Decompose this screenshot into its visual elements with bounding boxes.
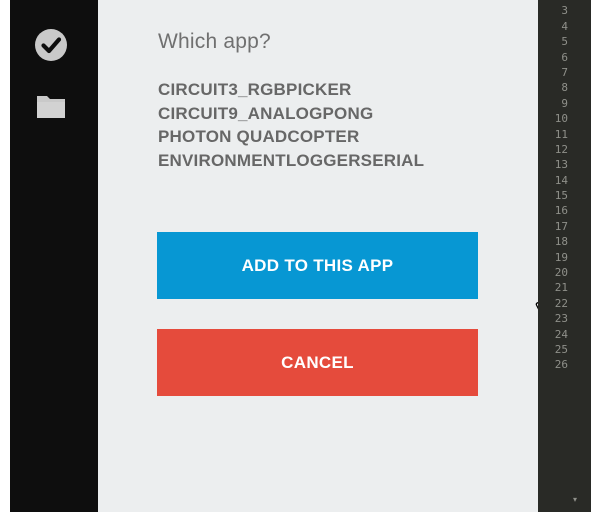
cancel-button[interactable]: CANCEL	[157, 329, 478, 396]
line-number: 20	[554, 266, 568, 280]
app-list-item[interactable]: CIRCUIT3_RGBPICKER	[158, 78, 424, 102]
line-number: 4	[561, 19, 568, 33]
sidebar	[10, 0, 98, 512]
line-number: 15	[554, 189, 568, 203]
line-number: 8	[561, 81, 568, 95]
line-number: 16	[554, 204, 568, 218]
line-number: 17	[554, 219, 568, 233]
line-number: 22	[554, 296, 568, 310]
line-number: 3	[561, 4, 568, 18]
add-to-this-app-button[interactable]: ADD TO THIS APP	[157, 232, 478, 299]
line-number: 18	[554, 235, 568, 249]
line-number: 23	[554, 312, 568, 326]
select-app-dialog: Which app? CIRCUIT3_RGBPICKER CIRCUIT9_A…	[98, 0, 559, 512]
app-list-item[interactable]: PHOTON QUADCOPTER	[158, 125, 424, 149]
dialog-title: Which app?	[158, 30, 271, 53]
line-number: 13	[554, 158, 568, 172]
line-number: 24	[554, 327, 568, 341]
app-list-item[interactable]: CIRCUIT9_ANALOGPONG	[158, 102, 424, 126]
folder-icon[interactable]	[34, 89, 68, 123]
check-circle-icon[interactable]	[34, 28, 68, 62]
line-number: 6	[561, 50, 568, 64]
line-number: 10	[554, 112, 568, 126]
app-window: Which app? CIRCUIT3_RGBPICKER CIRCUIT9_A…	[10, 0, 591, 512]
line-number: 21	[554, 281, 568, 295]
app-list: CIRCUIT3_RGBPICKER CIRCUIT9_ANALOGPONG P…	[158, 78, 424, 172]
line-number: 5	[561, 35, 568, 49]
line-number: 19	[554, 250, 568, 264]
line-numbers: 2345678910111213141516171819202122232425…	[538, 0, 568, 373]
screen: Which app? CIRCUIT3_RGBPICKER CIRCUIT9_A…	[0, 0, 601, 512]
line-number: 26	[554, 358, 568, 372]
line-number: 9	[561, 96, 568, 110]
line-number: 12	[554, 142, 568, 156]
app-list-item[interactable]: ENVIRONMENTLOGGERSERIAL	[158, 149, 424, 173]
fold-arrow-icon[interactable]: ▾	[573, 495, 577, 504]
line-number: 11	[554, 127, 568, 141]
line-number: 7	[561, 65, 568, 79]
line-number: 14	[554, 173, 568, 187]
code-editor-gutter: 2345678910111213141516171819202122232425…	[538, 0, 591, 512]
line-number: 25	[554, 342, 568, 356]
